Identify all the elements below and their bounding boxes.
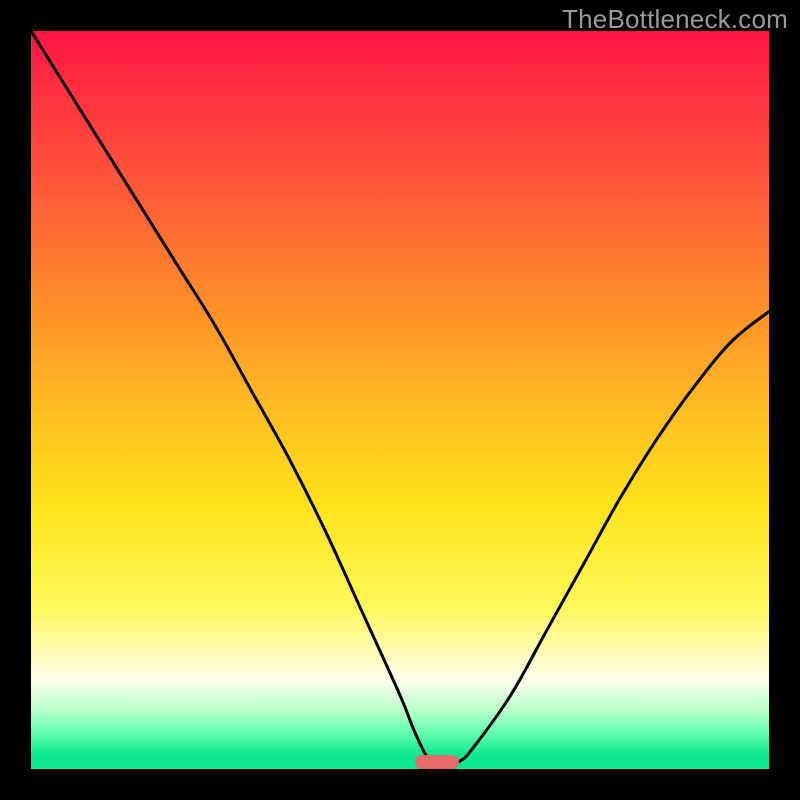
bottleneck-curve xyxy=(31,31,769,769)
plot-area xyxy=(31,31,769,769)
chart-frame: TheBottleneck.com xyxy=(0,0,800,800)
optimal-marker xyxy=(415,755,459,769)
curve-path xyxy=(31,31,769,769)
watermark-text: TheBottleneck.com xyxy=(562,4,788,35)
